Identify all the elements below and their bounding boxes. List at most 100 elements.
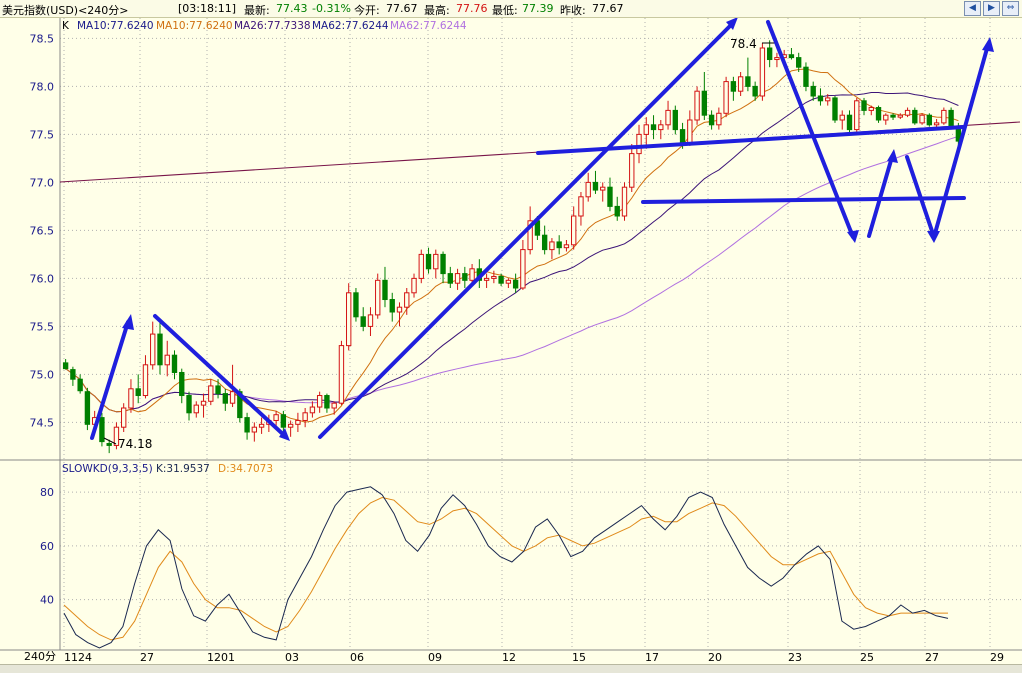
candle-body	[396, 306, 403, 313]
arrowhead-up-4	[982, 37, 994, 52]
candle-body	[244, 417, 250, 433]
ma-legend: K MA10:77.6240 MA10:77.6240 MA26:77.7338…	[62, 20, 467, 32]
candle-body	[904, 109, 911, 116]
candle	[179, 368, 185, 404]
candle	[941, 107, 947, 125]
candle-body	[737, 76, 744, 92]
candle	[636, 124, 642, 164]
candle	[338, 340, 345, 406]
candle	[309, 401, 316, 418]
price-tick-label: 75.0	[30, 368, 55, 381]
legend-ma62-a: MA62:77.6244	[312, 20, 389, 32]
expand-icon[interactable]: ⇔	[1002, 1, 1019, 16]
candle	[353, 288, 359, 322]
candle-body	[208, 385, 214, 402]
candle	[77, 374, 83, 394]
candle-body	[665, 109, 671, 126]
candle-body	[404, 292, 410, 308]
candle	[505, 278, 512, 288]
candle	[121, 403, 127, 432]
low-value: 77.39	[522, 2, 554, 15]
price-tick-label: 74.5	[30, 416, 55, 429]
date-tick-label: 15	[572, 651, 586, 664]
high-label: 最高:	[424, 4, 450, 17]
candle-body	[287, 423, 294, 428]
candle-body	[541, 234, 548, 251]
date-tick-label: 03	[285, 651, 299, 664]
candle-body	[200, 400, 207, 406]
arrowhead-down-2	[847, 230, 859, 243]
candle	[817, 88, 824, 106]
candle-body	[309, 406, 316, 414]
candle	[571, 206, 577, 250]
candle	[99, 412, 105, 447]
candle-body	[716, 112, 722, 126]
date-axis: 1124 27 1201 03 06 09 12 15 17 20 23 25 27 29	[64, 651, 1004, 664]
candle-body	[324, 395, 330, 409]
candle-body	[832, 97, 838, 121]
candle	[425, 247, 432, 274]
zigzag-up-2	[932, 43, 990, 239]
low-annotation: 74.18	[118, 437, 152, 451]
prev-arrow-icon[interactable]: ◀	[964, 1, 981, 16]
candle-body	[549, 241, 555, 251]
candle	[650, 115, 657, 140]
price-chart[interactable]: 74.5 75.0 75.5 76.0 76.5 77.0 77.5 78.0 78.5 40 6…	[0, 18, 1022, 664]
candle-body	[84, 391, 91, 425]
candle	[142, 355, 149, 399]
date-tick-label: 23	[788, 651, 802, 664]
next-arrow-icon[interactable]: ▶	[983, 1, 1000, 16]
candle	[302, 408, 308, 428]
d-line	[63, 496, 948, 641]
candle	[832, 96, 838, 123]
candle-body	[919, 114, 925, 124]
candle	[890, 113, 896, 120]
candle	[737, 72, 744, 96]
candle-body	[614, 205, 620, 217]
candle	[839, 110, 845, 130]
date-tick-label: 25	[860, 651, 874, 664]
price-axis: 74.5 75.0 75.5 76.0 76.5 77.0 77.5 78.0 78.5	[30, 32, 55, 429]
date-tick-label: 06	[350, 651, 364, 664]
candle	[491, 270, 497, 284]
candle-body	[135, 388, 141, 397]
candle-body	[912, 109, 918, 124]
candle-body	[846, 114, 853, 131]
candle	[200, 393, 207, 418]
candle	[287, 420, 294, 437]
candle	[904, 107, 911, 118]
candle-body	[571, 215, 577, 246]
candle	[578, 192, 584, 226]
candle	[520, 240, 526, 290]
symbol-title: 美元指数(USD)<240分>	[2, 4, 129, 17]
open-value: 77.67	[386, 2, 418, 15]
legend-k: K	[62, 20, 70, 32]
candle-body	[629, 153, 635, 188]
candle	[411, 273, 417, 298]
candle-body	[701, 90, 708, 116]
candle-body	[796, 57, 802, 68]
candle	[883, 113, 889, 125]
candle-body	[679, 129, 686, 145]
candle	[854, 97, 860, 133]
date-tick-label: 20	[708, 651, 722, 664]
price-tick-label: 77.0	[30, 176, 55, 189]
candle	[193, 401, 199, 418]
candle	[875, 105, 882, 123]
candle-body	[941, 109, 947, 124]
candle	[324, 393, 330, 413]
candle	[512, 273, 519, 293]
candle-body	[933, 122, 940, 126]
candle-body	[389, 299, 395, 313]
kd-legend: SLOWKD(9,3,3,5) K:31.9537 D:34.7073	[62, 463, 273, 475]
candle-body	[360, 316, 366, 327]
candle-body	[338, 345, 345, 404]
candle-body	[222, 393, 228, 404]
candle	[215, 379, 221, 399]
candle	[382, 266, 388, 308]
candle	[375, 273, 381, 319]
candle	[295, 412, 301, 432]
candle-body	[505, 279, 512, 284]
candle-body	[694, 90, 700, 121]
candle-body	[658, 124, 664, 131]
